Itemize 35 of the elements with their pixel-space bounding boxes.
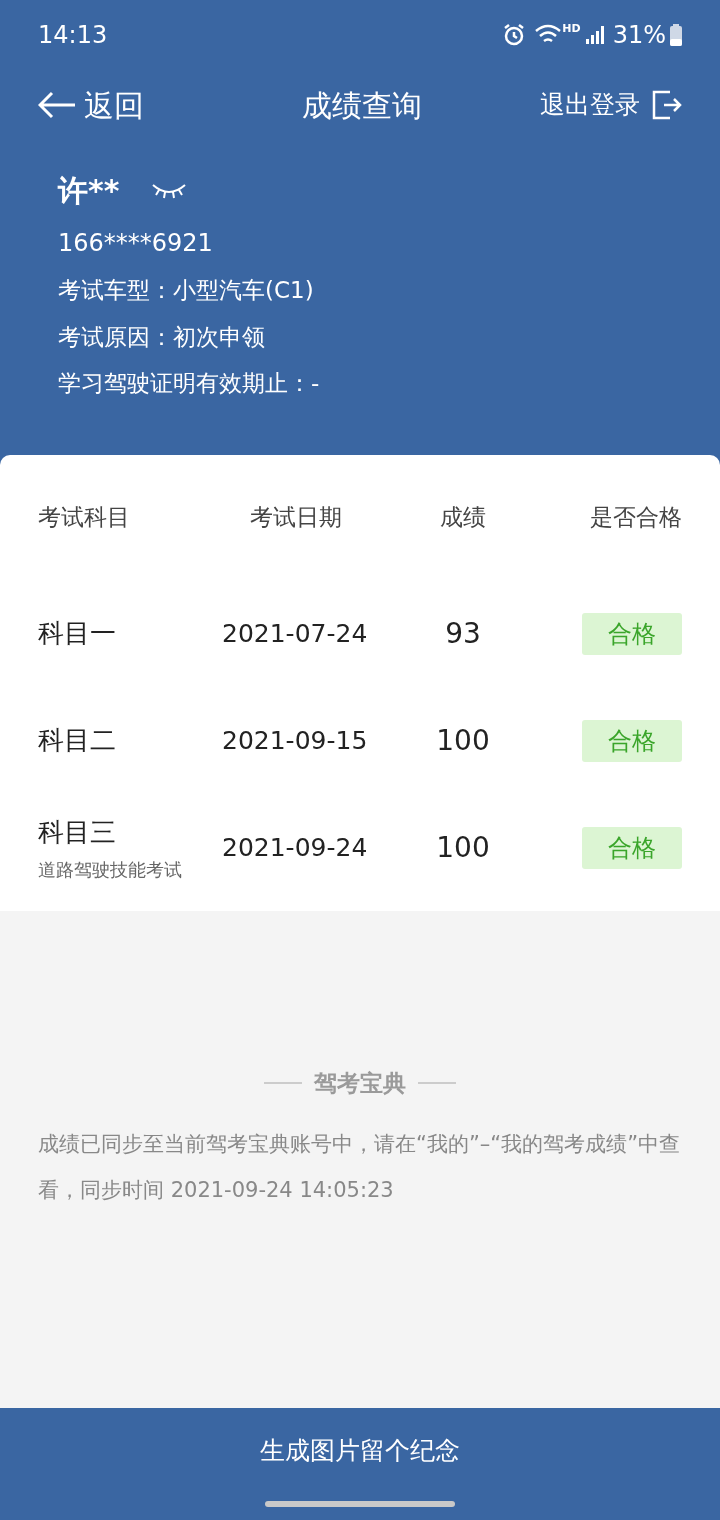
battery-icon bbox=[670, 24, 682, 46]
logout-button[interactable]: 退出登录 bbox=[540, 86, 682, 124]
subject-label: 科目二 bbox=[38, 724, 117, 757]
result-badge: 合格 bbox=[582, 719, 682, 762]
signal-icon bbox=[584, 25, 605, 45]
exam-date: 2021-07-24 bbox=[222, 617, 369, 650]
user-name: 许** bbox=[58, 172, 120, 210]
sync-message: 成绩已同步至当前驾考宝典账号中，请在“我的”–“我的驾考成绩”中查看，同步时间 2021-09-24 14:05:23 bbox=[38, 1130, 682, 1204]
subject-label: 科目三 bbox=[38, 815, 117, 849]
column-header: 考试日期 bbox=[249, 503, 343, 533]
page-title: 成绩查询 bbox=[302, 86, 422, 125]
column-header: 考试科目 bbox=[38, 503, 131, 533]
back-button[interactable]: 返回 bbox=[38, 82, 144, 128]
result-badge: 合格 bbox=[582, 826, 682, 869]
subject-label: 科目一 bbox=[38, 617, 117, 650]
logout-icon bbox=[652, 90, 682, 120]
profile-info: 考试原因：初次申领 bbox=[58, 322, 266, 352]
exam-date: 2021-09-15 bbox=[222, 724, 369, 757]
clock: 14:13 bbox=[38, 20, 108, 51]
column-header: 成绩 bbox=[439, 503, 487, 533]
brand-divider-label: 驾考宝典 bbox=[314, 1069, 406, 1098]
score: 100 bbox=[435, 829, 491, 866]
subject-note: 道路驾驶技能考试 bbox=[38, 857, 183, 882]
phone-number: 166****6921 bbox=[58, 228, 214, 259]
column-header: 是否合格 bbox=[589, 503, 682, 533]
exam-date: 2021-09-24 bbox=[222, 831, 369, 864]
generate-image-button[interactable]: 生成图片留个纪念 bbox=[0, 1408, 720, 1493]
profile-info: 考试车型：小型汽车(C1) bbox=[58, 276, 315, 305]
score: 93 bbox=[444, 615, 482, 652]
profile-info: 学习驾驶证明有效期止：- bbox=[58, 369, 321, 398]
back-arrow-icon bbox=[38, 91, 76, 119]
network-label: HD bbox=[562, 20, 581, 37]
score: 100 bbox=[435, 722, 491, 759]
result-badge: 合格 bbox=[582, 612, 682, 655]
battery-percent: 31% bbox=[612, 20, 666, 51]
